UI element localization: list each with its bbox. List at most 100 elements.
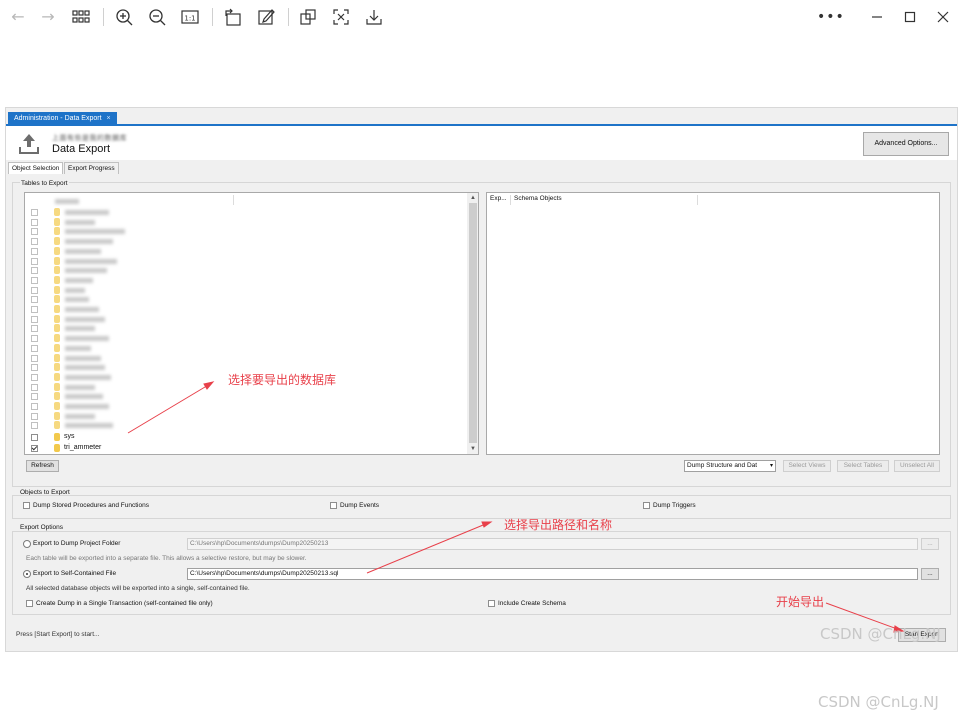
row-checkbox[interactable] — [31, 257, 38, 265]
edit-icon[interactable] — [256, 7, 276, 27]
project-folder-path-input[interactable]: C:\Users\hp\Documents\dumps\Dump20250213 — [187, 538, 918, 550]
self-contained-path-input[interactable]: C:\Users\hp\Documents\dumps\Dump20250213… — [187, 568, 918, 580]
row-checkbox[interactable] — [31, 247, 38, 255]
tree-row-tri-ammeter[interactable]: tri_ammeter — [25, 443, 465, 454]
project-folder-hint: Each table will be exported into a separ… — [26, 555, 307, 562]
advanced-options-button[interactable]: Advanced Options... — [863, 132, 949, 156]
row-checkbox[interactable] — [31, 354, 38, 362]
self-contained-hint: All selected database objects will be ex… — [26, 585, 250, 592]
row-checkbox[interactable] — [31, 412, 38, 420]
row-checkbox[interactable] — [31, 276, 38, 284]
blurred-database-name — [65, 404, 109, 409]
status-text: Press [Start Export] to start... — [16, 631, 100, 638]
ocr-icon[interactable] — [331, 7, 351, 27]
dump-triggers-checkbox[interactable] — [643, 502, 650, 509]
blurred-database-name — [65, 365, 105, 371]
dump-routines-checkbox[interactable] — [23, 502, 30, 509]
column-export-header[interactable]: Exp... — [490, 195, 507, 202]
row-checkbox[interactable] — [31, 296, 38, 304]
row-checkbox[interactable] — [31, 393, 38, 401]
screenshot-viewer: ← → 1:1 ••• Administration - Data Export… — [0, 0, 960, 720]
annotation-select-database: 选择要导出的数据库 — [228, 373, 337, 387]
row-checkbox[interactable] — [31, 209, 38, 216]
self-contained-label: Export to Self-Contained File — [33, 570, 117, 577]
tab-data-export[interactable]: Administration - Data Export × — [8, 112, 117, 125]
chevron-down-icon: ▾ — [769, 463, 773, 469]
scroll-thumb[interactable] — [469, 203, 477, 443]
row-checkbox[interactable] — [31, 306, 38, 313]
include-create-schema-label: Include Create Schema — [498, 600, 566, 607]
actual-size-icon[interactable]: 1:1 — [180, 7, 200, 27]
forward-arrow-icon[interactable]: → — [38, 7, 58, 27]
page-header: 上面有些是我的数据库 Data Export Advanced Options.… — [6, 126, 957, 160]
row-checkbox[interactable] — [31, 373, 38, 381]
tab-export-progress[interactable]: Export Progress — [64, 162, 119, 174]
column-schema-objects-header[interactable]: Schema Objects — [514, 195, 562, 202]
page-title: Data Export — [52, 143, 111, 155]
select-tables-button[interactable]: Select Tables — [837, 460, 889, 472]
blurred-database-name — [65, 297, 89, 303]
row-checkbox[interactable] — [31, 445, 38, 452]
single-transaction-checkbox[interactable] — [26, 600, 33, 607]
maximize-icon[interactable] — [900, 7, 920, 27]
zoom-in-icon[interactable] — [114, 7, 134, 27]
database-icon — [54, 421, 60, 430]
select-views-button[interactable]: Select Views — [783, 460, 831, 472]
minimize-icon[interactable] — [867, 7, 887, 27]
dump-events-checkbox[interactable] — [330, 502, 337, 509]
watermark-upper: CSDN @CnLg.NJ — [820, 625, 941, 643]
blurred-database-name — [65, 239, 113, 245]
row-checkbox[interactable] — [31, 344, 38, 352]
rotate-icon[interactable] — [223, 7, 243, 27]
crop-icon[interactable] — [298, 7, 318, 27]
zoom-out-icon[interactable] — [147, 7, 167, 27]
database-icon — [54, 392, 60, 401]
tree-scrollbar[interactable]: ▲ ▼ — [467, 193, 478, 454]
dump-mode-select[interactable]: Dump Structure and Dat ▾ — [684, 460, 776, 472]
back-arrow-icon[interactable]: ← — [8, 7, 28, 27]
refresh-button[interactable]: Refresh — [26, 460, 59, 472]
scroll-down-icon[interactable]: ▼ — [467, 444, 478, 454]
self-contained-radio[interactable] — [23, 570, 31, 578]
row-checkbox[interactable] — [31, 218, 38, 226]
row-checkbox[interactable] — [31, 335, 38, 343]
include-create-schema-checkbox[interactable] — [488, 600, 495, 607]
row-checkbox[interactable] — [31, 422, 38, 430]
tables-group-label: Tables to Export — [20, 180, 69, 187]
dump-mode-value: Dump Structure and Dat — [687, 462, 758, 469]
row-checkbox[interactable] — [31, 434, 38, 441]
tab-close-icon[interactable]: × — [107, 115, 111, 122]
row-checkbox[interactable] — [31, 364, 38, 372]
row-checkbox[interactable] — [31, 238, 38, 246]
blurred-database-name — [65, 287, 85, 293]
scroll-up-icon[interactable]: ▲ — [467, 193, 478, 203]
self-contained-browse-button[interactable]: ... — [921, 568, 939, 580]
schema-tree[interactable]: sys tri_ammeter ▲ ▼ — [24, 192, 479, 455]
database-icon — [54, 343, 60, 352]
export-options-label: Export Options — [20, 524, 63, 531]
row-checkbox[interactable] — [31, 325, 38, 333]
more-icon[interactable]: ••• — [817, 7, 844, 27]
tree-row-obscured[interactable] — [25, 420, 465, 431]
project-folder-radio[interactable] — [23, 540, 31, 548]
objects-group-box — [12, 495, 951, 519]
schema-objects-pane[interactable]: Exp... Schema Objects — [486, 192, 940, 455]
download-icon[interactable] — [364, 7, 384, 27]
row-checkbox[interactable] — [31, 228, 38, 236]
row-checkbox[interactable] — [31, 267, 38, 275]
grid-view-icon[interactable] — [71, 7, 91, 27]
blurred-database-name — [65, 277, 93, 283]
row-checkbox[interactable] — [31, 403, 38, 410]
column-divider — [510, 195, 511, 205]
database-icon — [54, 256, 60, 265]
close-icon[interactable] — [933, 7, 953, 27]
tab-object-selection[interactable]: Object Selection — [8, 162, 64, 174]
database-icon — [54, 444, 60, 452]
tree-header-row — [25, 196, 465, 207]
project-folder-browse-button[interactable]: ... — [921, 538, 939, 550]
row-checkbox[interactable] — [31, 383, 38, 391]
row-checkbox[interactable] — [31, 286, 38, 294]
unselect-all-button[interactable]: Unselect All — [894, 460, 940, 472]
tree-row-sys[interactable]: sys — [25, 432, 465, 443]
row-checkbox[interactable] — [31, 315, 38, 323]
